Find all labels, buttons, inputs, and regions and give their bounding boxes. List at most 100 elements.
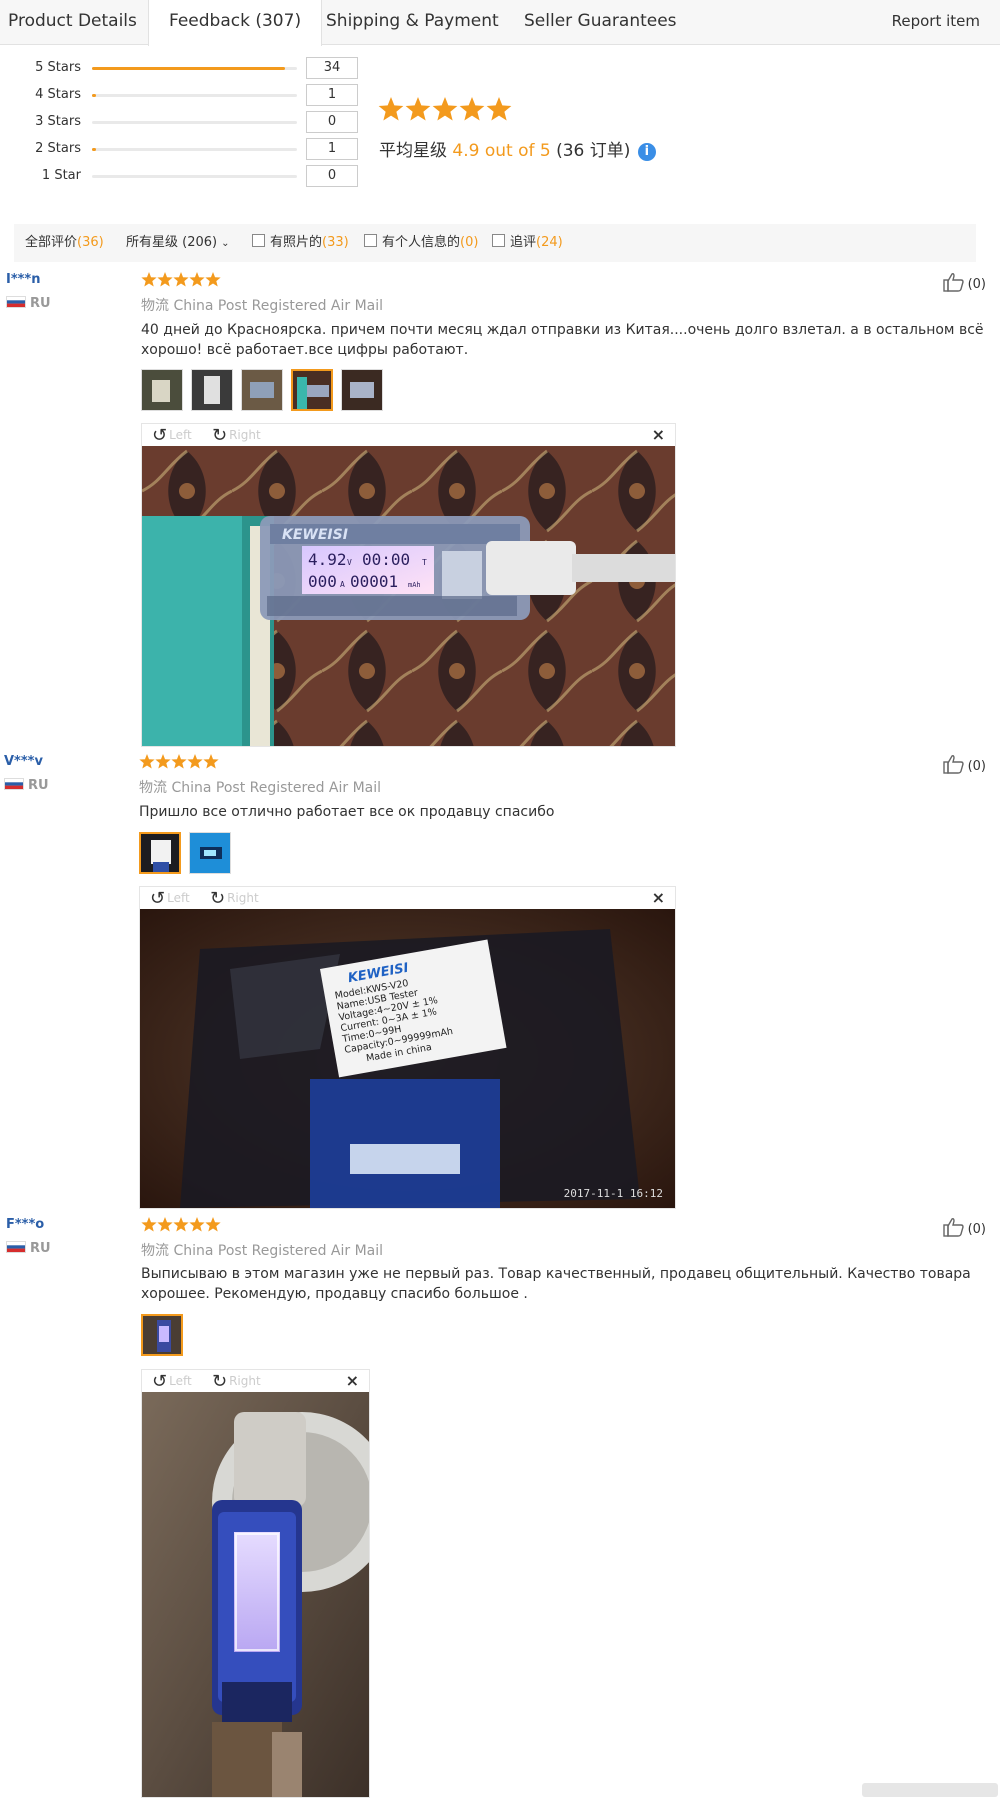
- info-icon[interactable]: i: [637, 143, 656, 161]
- filter-with-photos[interactable]: 有照片的(33): [252, 224, 349, 262]
- helpful-button[interactable]: (0): [942, 1217, 986, 1237]
- country-code: RU: [30, 1241, 51, 1256]
- rating-row-bar: [92, 121, 297, 124]
- tab-product-details[interactable]: Product Details: [8, 0, 137, 44]
- rating-row-count: 0: [306, 165, 358, 187]
- lcd-current: 000: [308, 572, 337, 591]
- filter-personal-info[interactable]: 有个人信息的(0): [364, 224, 478, 262]
- rating-row[interactable]: 3 Stars 0: [0, 111, 360, 133]
- star-icon: [155, 754, 171, 769]
- star-icon: [139, 754, 155, 769]
- reviewer-name[interactable]: I***n: [6, 272, 41, 287]
- rating-row[interactable]: 4 Stars 1: [0, 84, 360, 106]
- rating-row[interactable]: 2 Stars 1: [0, 138, 360, 160]
- rotate-left-button[interactable]: ↺ Left: [152, 1370, 192, 1393]
- star-icon: [378, 97, 404, 121]
- review-photo-thumbnail-selected[interactable]: [141, 1314, 183, 1356]
- filter-all-reviews[interactable]: 全部评价(36): [25, 224, 104, 262]
- review-photo-thumbnail[interactable]: [189, 832, 231, 874]
- average-stars: [378, 97, 513, 127]
- country-code: RU: [30, 296, 51, 311]
- star-icon: [187, 754, 203, 769]
- rating-row-bar: [92, 94, 297, 97]
- russia-flag-icon: [4, 778, 24, 790]
- star-level-value: 所有星级 (206): [126, 235, 218, 250]
- star-icon: [205, 272, 221, 287]
- lcd-unit-t: T: [422, 558, 427, 567]
- reviewer-name[interactable]: F***o: [6, 1217, 44, 1232]
- review-photo-thumbnail[interactable]: [191, 369, 233, 411]
- tab-seller-guarantees[interactable]: Seller Guarantees: [524, 0, 677, 44]
- reviewer-country: RU: [4, 778, 49, 793]
- russia-flag-icon: [6, 296, 26, 308]
- rating-row-label: 4 Stars: [35, 87, 81, 102]
- review-photo-thumbnail[interactable]: [341, 369, 383, 411]
- star-icon: [189, 1217, 205, 1232]
- follow-up-count: (24): [536, 235, 563, 250]
- review-photo-thumbnail[interactable]: [141, 369, 183, 411]
- average-score: 4.9 out of 5: [452, 141, 551, 161]
- review-photo-large: KEWEISI 4.92 V 00:00 T 000 A 00001 mAh: [142, 446, 675, 746]
- rotate-left-label: Left: [169, 428, 192, 442]
- report-item-link[interactable]: Report item: [892, 0, 980, 42]
- review-text: 40 дней до Красноярска. причем почти мес…: [141, 322, 984, 358]
- review-stars: [141, 272, 221, 288]
- review-photo-thumbnail[interactable]: [241, 369, 283, 411]
- rating-row-count: 34: [306, 57, 358, 79]
- photos-label: 有照片的: [270, 235, 323, 250]
- star-icon: [157, 272, 173, 287]
- review-item: I***n RU (0) 物流 China Post Registered Ai…: [0, 272, 1000, 748]
- lcd-unit-v: V: [347, 558, 352, 567]
- selected-indicator: [156, 873, 168, 874]
- close-icon[interactable]: ×: [652, 424, 665, 446]
- rotate-left-button[interactable]: ↺ Left: [152, 424, 192, 447]
- follow-up-label: 追评: [510, 235, 537, 250]
- star-icon: [141, 1217, 157, 1232]
- rotate-right-icon: ↻: [212, 425, 228, 446]
- reviewer-country: RU: [6, 296, 51, 311]
- rotate-right-button[interactable]: ↻ Right: [210, 887, 259, 910]
- photo-viewer-toolbar: ↺ Left ↻ Right ×: [140, 887, 675, 909]
- rating-row-count: 1: [306, 84, 358, 106]
- filter-follow-up[interactable]: 追评(24): [492, 224, 563, 262]
- photos-count: (33): [322, 235, 349, 250]
- rating-row[interactable]: 1 Star 0: [0, 165, 360, 187]
- order-count: (36 订单): [556, 141, 631, 161]
- tab-shipping-payment[interactable]: Shipping & Payment: [326, 0, 499, 44]
- rotate-right-button[interactable]: ↻ Right: [212, 424, 261, 447]
- review-stars: [141, 1217, 221, 1233]
- rotate-right-button[interactable]: ↻ Right: [212, 1370, 261, 1393]
- rating-row-fill: [92, 67, 285, 70]
- russia-flag-icon: [6, 1241, 26, 1253]
- rotate-right-icon: ↻: [212, 1371, 228, 1392]
- thumbs-up-icon: [942, 1218, 968, 1237]
- rating-row-count: 0: [306, 111, 358, 133]
- close-icon[interactable]: ×: [652, 887, 665, 909]
- reviewer-name[interactable]: V***v: [4, 754, 43, 769]
- photos-checkbox[interactable]: [252, 234, 265, 247]
- rating-row-count: 1: [306, 138, 358, 160]
- helpful-button[interactable]: (0): [942, 272, 986, 292]
- star-icon: [141, 272, 157, 287]
- shipping-value: China Post Registered Air Mail: [171, 780, 382, 796]
- helpful-button[interactable]: (0): [942, 754, 986, 774]
- photo-viewer: ↺ Left ↻ Right × KEWEISI Model:KWS-V20 N…: [139, 886, 676, 1209]
- review-photo-thumbnail-selected[interactable]: [291, 369, 333, 411]
- tab-feedback[interactable]: Feedback (307): [148, 0, 323, 46]
- follow-up-checkbox[interactable]: [492, 234, 505, 247]
- rotate-right-icon: ↻: [210, 888, 226, 909]
- shipping-method: 物流 China Post Registered Air Mail: [141, 295, 383, 315]
- reviewer-country: RU: [6, 1241, 51, 1256]
- rotate-left-label: Left: [167, 891, 190, 905]
- photo-viewer-toolbar: ↺ Left ↻ Right ×: [142, 424, 675, 446]
- lcd-voltage: 4.92: [308, 550, 347, 569]
- rating-row[interactable]: 5 Stars 34: [0, 57, 360, 79]
- horizontal-scrollbar[interactable]: [862, 1783, 998, 1797]
- star-level-select[interactable]: 所有星级 (206) ⌄: [126, 224, 229, 263]
- personal-info-label: 有个人信息的: [382, 235, 461, 250]
- shipping-label: 物流: [141, 1243, 169, 1259]
- rotate-left-button[interactable]: ↺ Left: [150, 887, 190, 910]
- review-photo-thumbnail-selected[interactable]: [139, 832, 181, 874]
- personal-info-checkbox[interactable]: [364, 234, 377, 247]
- close-icon[interactable]: ×: [346, 1370, 359, 1392]
